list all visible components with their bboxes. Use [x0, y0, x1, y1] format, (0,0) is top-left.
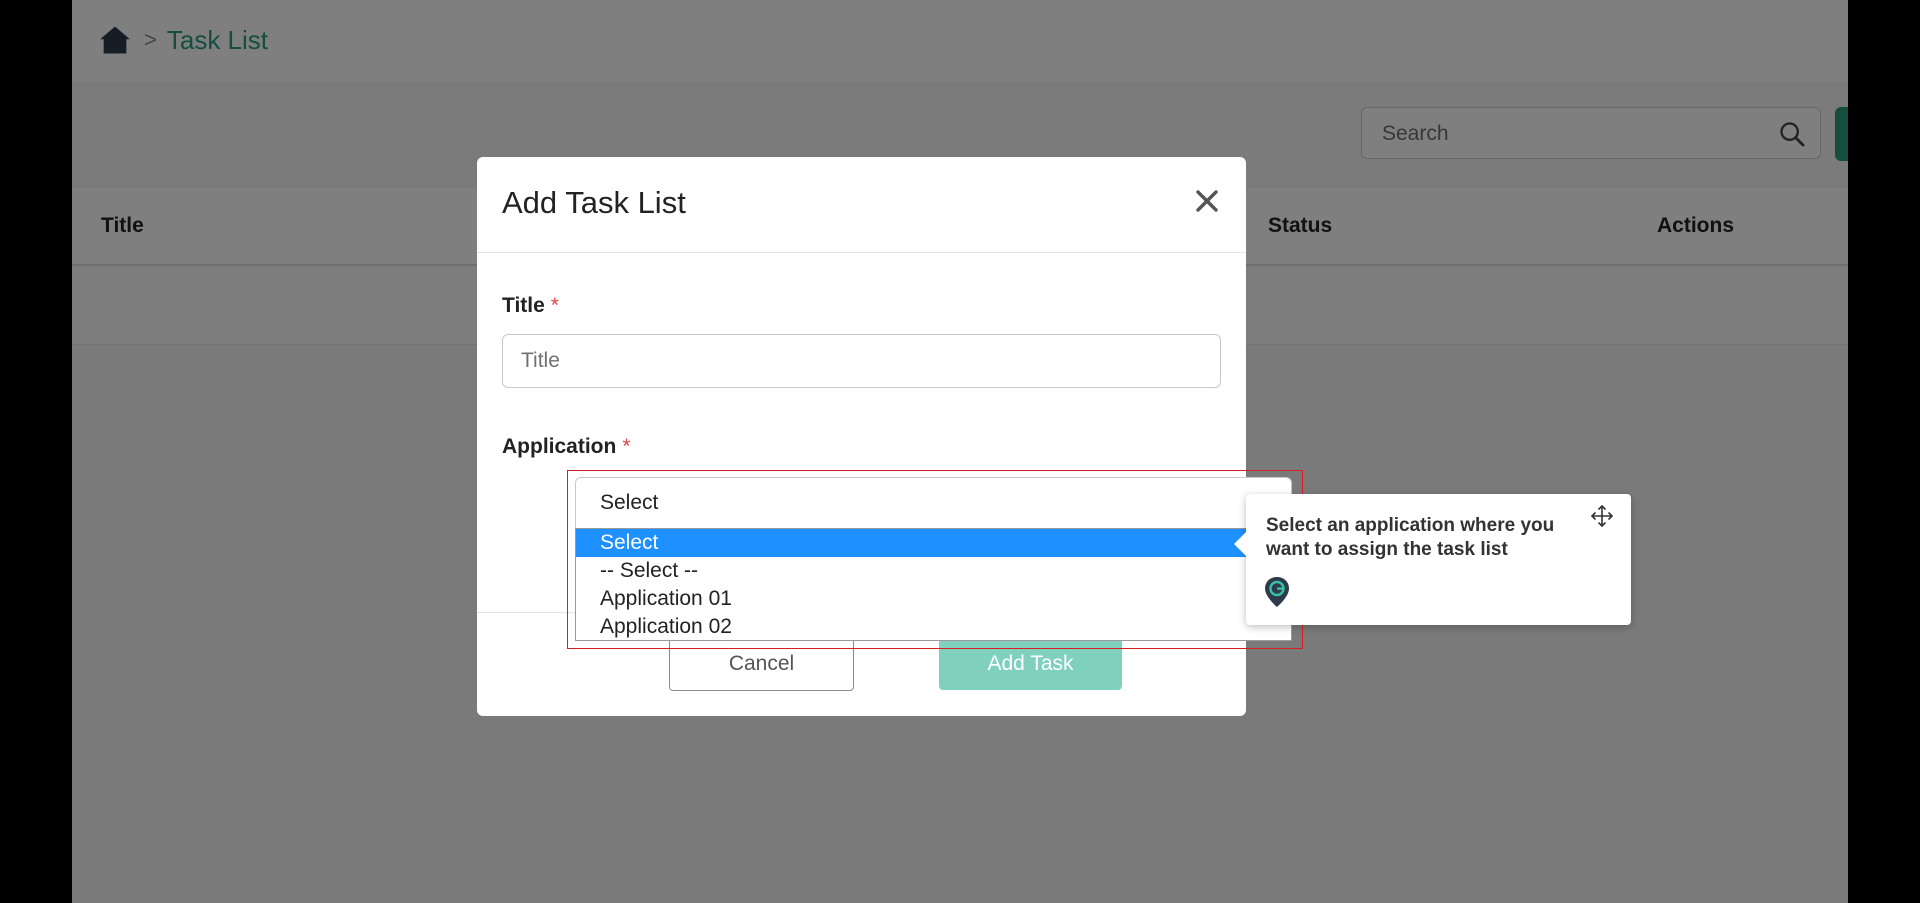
tooltip-text: Select an application where you want to … — [1266, 515, 1555, 560]
required-marker: * — [550, 294, 559, 317]
guide-logo-icon — [1265, 577, 1289, 607]
application-select[interactable]: Select — [575, 477, 1292, 528]
title-label-text: Title — [502, 294, 545, 317]
option-select[interactable]: Select — [576, 529, 1291, 557]
title-field-label: Title * — [502, 294, 559, 318]
close-button[interactable] — [1191, 185, 1223, 217]
close-icon — [1196, 190, 1218, 212]
modal-title: Add Task List — [502, 185, 686, 220]
application-label-text: Application — [502, 435, 617, 458]
option-select-placeholder[interactable]: -- Select -- — [576, 557, 1291, 585]
tooltip-arrow — [1234, 532, 1246, 556]
modal-header: Add Task List — [477, 157, 1246, 253]
app-frame: > Task List Title Status Actions Add Tas… — [72, 0, 1848, 903]
required-marker: * — [622, 435, 631, 458]
application-options-list: Select -- Select -- Application 01 Appli… — [575, 528, 1292, 641]
application-field-label: Application * — [502, 435, 631, 459]
option-application-01[interactable]: Application 01 — [576, 585, 1291, 613]
select-current-value: Select — [600, 491, 659, 514]
guide-tooltip: Select an application where you want to … — [1234, 494, 1631, 625]
option-application-02[interactable]: Application 02 — [576, 613, 1291, 641]
move-icon[interactable] — [1590, 504, 1614, 528]
title-input[interactable] — [502, 334, 1221, 388]
